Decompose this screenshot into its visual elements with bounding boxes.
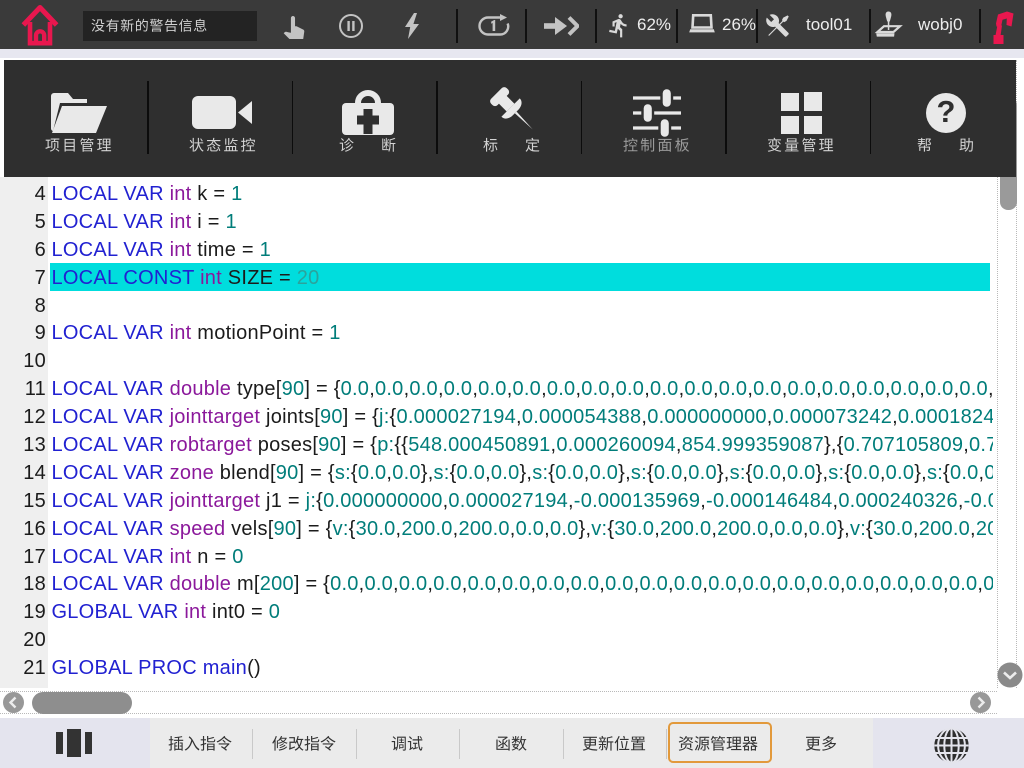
svg-text:?: ?: [936, 94, 955, 129]
